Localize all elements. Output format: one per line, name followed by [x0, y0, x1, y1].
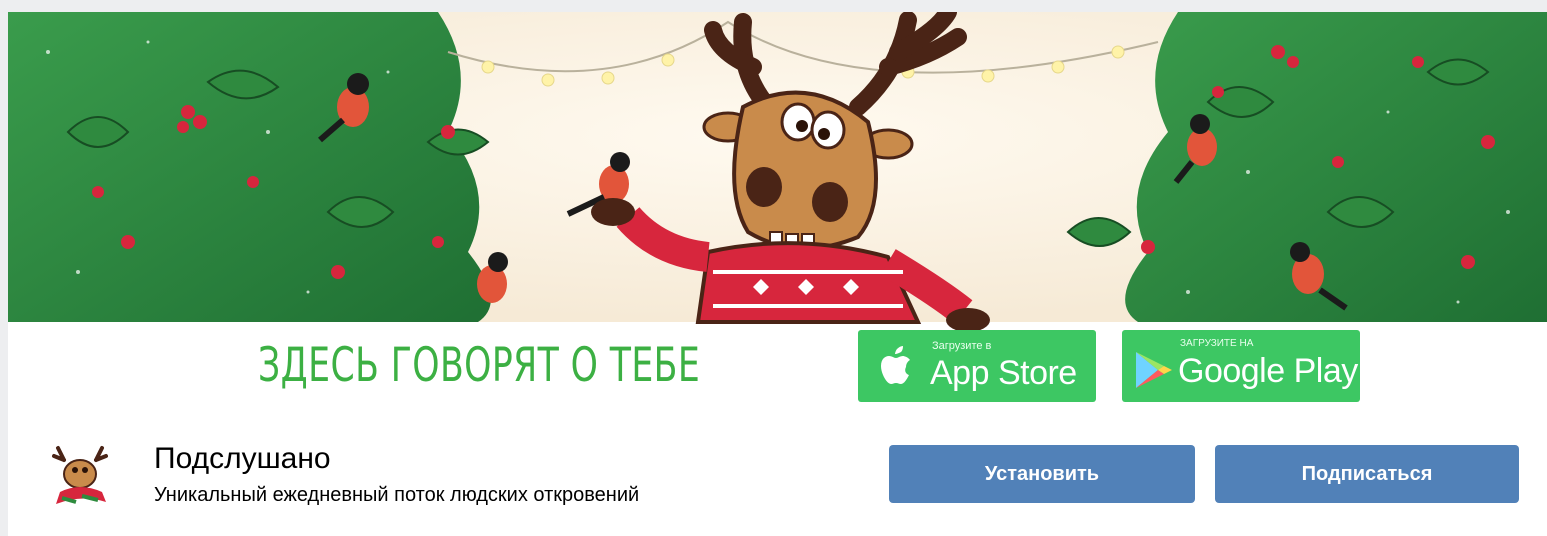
install-button[interactable]: Установить — [889, 445, 1195, 503]
app-store-caption: Загрузите в — [932, 340, 992, 352]
group-name: Подслушано — [154, 442, 331, 475]
google-play-icon — [1136, 352, 1172, 388]
group-status: Уникальный ежедневный поток людских откр… — [154, 484, 640, 506]
avatar[interactable] — [42, 438, 120, 516]
google-play-label: Google Play — [1178, 352, 1358, 390]
app-store-badge[interactable]: Загрузите в App Store — [858, 330, 1096, 402]
subscribe-button[interactable]: Подписаться — [1215, 445, 1519, 503]
apple-icon — [881, 346, 910, 384]
cover-image: ЗДЕСЬ ГОВОРЯТ О ТЕБЕ Загрузите в App Sto… — [8, 12, 1547, 404]
app-store-label: App Store — [930, 354, 1077, 392]
cover-slogan: ЗДЕСЬ ГОВОРЯТ О ТЕБЕ — [258, 338, 701, 393]
group-header: Подслушано Уникальный ежедневный поток л… — [8, 404, 1547, 536]
moose-avatar-icon — [42, 438, 120, 516]
google-play-caption: ЗАГРУЗИТЕ НА — [1180, 338, 1254, 349]
group-page: ЗДЕСЬ ГОВОРЯТ О ТЕБЕ Загрузите в App Sto… — [8, 12, 1547, 536]
google-play-badge[interactable]: ЗАГРУЗИТЕ НА Google Play — [1122, 330, 1360, 402]
